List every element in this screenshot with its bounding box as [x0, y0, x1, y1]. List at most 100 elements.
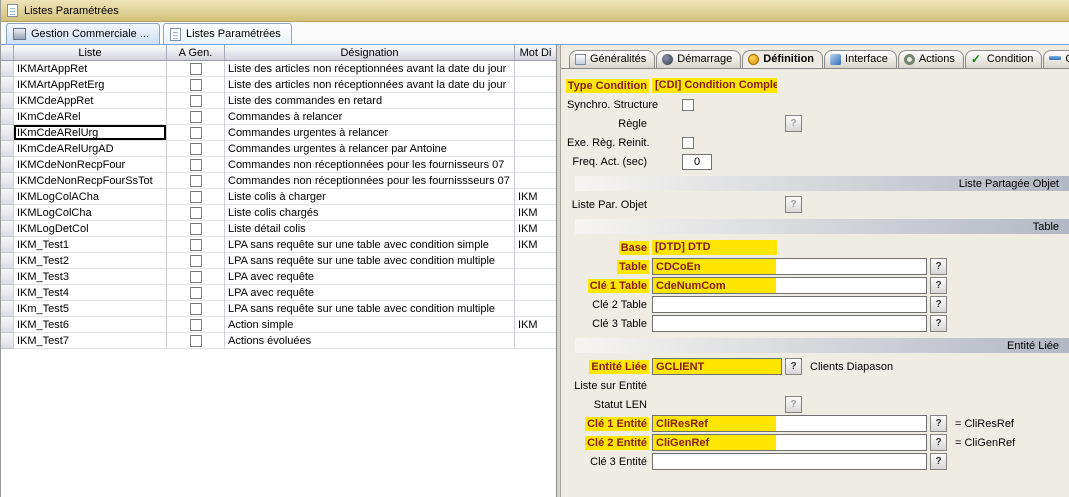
row-selector[interactable] — [1, 141, 14, 157]
cell-designation[interactable]: Commandes non réceptionnées pour les fou… — [225, 157, 515, 173]
cle3-table-input[interactable] — [652, 315, 927, 332]
cell-liste[interactable]: IKMCdeAppRet — [14, 93, 167, 109]
cell-a-gen[interactable] — [167, 221, 225, 237]
detail-tab[interactable]: Interface — [824, 50, 897, 68]
row-selector[interactable] — [1, 205, 14, 221]
cell-liste[interactable]: IKM_Test7 — [14, 333, 167, 349]
exe-reg-reinit-checkbox[interactable] — [682, 137, 694, 149]
a-gen-checkbox[interactable] — [190, 335, 202, 347]
cell-mot-directeur[interactable]: IKM — [515, 221, 557, 237]
cle2-entite-input[interactable]: CliGenRef — [652, 434, 927, 451]
freq-act-input[interactable]: 0 — [682, 154, 712, 170]
row-selector[interactable] — [1, 317, 14, 333]
header-designation[interactable]: Désignation — [225, 45, 515, 60]
detail-tab[interactable]: Définition — [742, 50, 823, 68]
a-gen-checkbox[interactable] — [190, 207, 202, 219]
a-gen-checkbox[interactable] — [190, 111, 202, 123]
cle2-table-input[interactable] — [652, 296, 927, 313]
cell-designation[interactable]: LPA sans requête sur une table avec cond… — [225, 237, 515, 253]
cell-liste[interactable]: IKMCdeNonRecpFour — [14, 157, 167, 173]
table-row[interactable]: IKmCdeARel Commandes à relancer — [1, 109, 556, 125]
cell-liste[interactable]: IKMArtAppRet — [14, 61, 167, 77]
cell-liste[interactable]: IKmCdeARelUrg — [14, 125, 167, 141]
row-selector[interactable] — [1, 173, 14, 189]
row-selector[interactable] — [1, 237, 14, 253]
cell-liste[interactable]: IKMCdeNonRecpFourSsTot — [14, 173, 167, 189]
row-selector[interactable] — [1, 157, 14, 173]
row-selector[interactable] — [1, 253, 14, 269]
base-value[interactable]: [DTD] DTD — [652, 240, 777, 255]
cell-mot-directeur[interactable] — [515, 109, 557, 125]
table-row[interactable]: IKM_Test3 LPA avec requête — [1, 269, 556, 285]
header-a-gen[interactable]: A Gen. — [167, 45, 225, 60]
a-gen-checkbox[interactable] — [190, 127, 202, 139]
a-gen-checkbox[interactable] — [190, 303, 202, 315]
cell-a-gen[interactable] — [167, 189, 225, 205]
main-tab[interactable]: Gestion Commerciale ... — [6, 23, 160, 44]
a-gen-checkbox[interactable] — [190, 79, 202, 91]
cell-a-gen[interactable] — [167, 93, 225, 109]
table-row[interactable]: IKM_Test7 Actions évoluées — [1, 333, 556, 349]
cell-mot-directeur[interactable] — [515, 301, 557, 317]
cell-mot-directeur[interactable] — [515, 125, 557, 141]
cell-mot-directeur[interactable] — [515, 285, 557, 301]
cell-mot-directeur[interactable] — [515, 269, 557, 285]
a-gen-checkbox[interactable] — [190, 191, 202, 203]
row-selector[interactable] — [1, 61, 14, 77]
cell-liste[interactable]: IKM_Test1 — [14, 237, 167, 253]
cell-designation[interactable]: Action simple — [225, 317, 515, 333]
cell-designation[interactable]: Commandes urgentes à relancer par Antoin… — [225, 141, 515, 157]
cell-liste[interactable]: IKM_Test6 — [14, 317, 167, 333]
row-selector[interactable] — [1, 285, 14, 301]
row-selector[interactable] — [1, 93, 14, 109]
cell-a-gen[interactable] — [167, 61, 225, 77]
cell-liste[interactable]: IKM_Test4 — [14, 285, 167, 301]
table-row[interactable]: IKMCdeNonRecpFour Commandes non réceptio… — [1, 157, 556, 173]
cell-a-gen[interactable] — [167, 253, 225, 269]
cle1-entite-input[interactable]: CliResRef — [652, 415, 927, 432]
cell-a-gen[interactable] — [167, 317, 225, 333]
main-tab[interactable]: Listes Paramétrées — [163, 23, 292, 44]
cell-a-gen[interactable] — [167, 125, 225, 141]
statut-len-help-button[interactable]: ? — [785, 396, 802, 413]
table-row[interactable]: IKMLogColACha Liste colis à charger IKM — [1, 189, 556, 205]
cell-designation[interactable]: Liste colis à charger — [225, 189, 515, 205]
table-row[interactable]: IKmCdeARelUrg Commandes urgentes à relan… — [1, 125, 556, 141]
a-gen-checkbox[interactable] — [190, 159, 202, 171]
cell-designation[interactable]: LPA avec requête — [225, 285, 515, 301]
a-gen-checkbox[interactable] — [190, 143, 202, 155]
table-row[interactable]: IKm_Test5 LPA sans requête sur une table… — [1, 301, 556, 317]
cle3-table-help-button[interactable]: ? — [930, 315, 947, 332]
row-selector[interactable] — [1, 333, 14, 349]
a-gen-checkbox[interactable] — [190, 223, 202, 235]
cle2-table-help-button[interactable]: ? — [930, 296, 947, 313]
table-row[interactable]: IKMLogDetCol Liste détail colis IKM — [1, 221, 556, 237]
cle3-entite-input[interactable] — [652, 453, 927, 470]
cell-mot-directeur[interactable] — [515, 93, 557, 109]
cell-mot-directeur[interactable] — [515, 173, 557, 189]
a-gen-checkbox[interactable] — [190, 239, 202, 251]
cell-mot-directeur[interactable] — [515, 141, 557, 157]
cell-liste[interactable]: IKMLogColACha — [14, 189, 167, 205]
cell-a-gen[interactable] — [167, 173, 225, 189]
row-selector[interactable] — [1, 109, 14, 125]
cell-a-gen[interactable] — [167, 77, 225, 93]
cell-a-gen[interactable] — [167, 157, 225, 173]
cle1-table-input[interactable]: CdeNumCom — [652, 277, 927, 294]
table-row[interactable]: IKM_Test1 LPA sans requête sur une table… — [1, 237, 556, 253]
row-selector[interactable] — [1, 221, 14, 237]
cle3-entite-help-button[interactable]: ? — [930, 453, 947, 470]
a-gen-checkbox[interactable] — [190, 319, 202, 331]
table-row[interactable]: IKM_Test4 LPA avec requête — [1, 285, 556, 301]
cell-designation[interactable]: Liste détail colis — [225, 221, 515, 237]
cell-a-gen[interactable] — [167, 205, 225, 221]
table-row[interactable]: IKM_Test6 Action simple IKM — [1, 317, 556, 333]
cell-designation[interactable]: Commandes urgentes à relancer — [225, 125, 515, 141]
a-gen-checkbox[interactable] — [190, 63, 202, 75]
cell-designation[interactable]: LPA sans requête sur une table avec cond… — [225, 301, 515, 317]
row-selector[interactable] — [1, 269, 14, 285]
cle1-entite-help-button[interactable]: ? — [930, 415, 947, 432]
table-row[interactable]: IKMArtAppRetErg Liste des articles non r… — [1, 77, 556, 93]
cell-designation[interactable]: Commandes non réceptionnées pour les fou… — [225, 173, 515, 189]
cell-designation[interactable]: Commandes à relancer — [225, 109, 515, 125]
